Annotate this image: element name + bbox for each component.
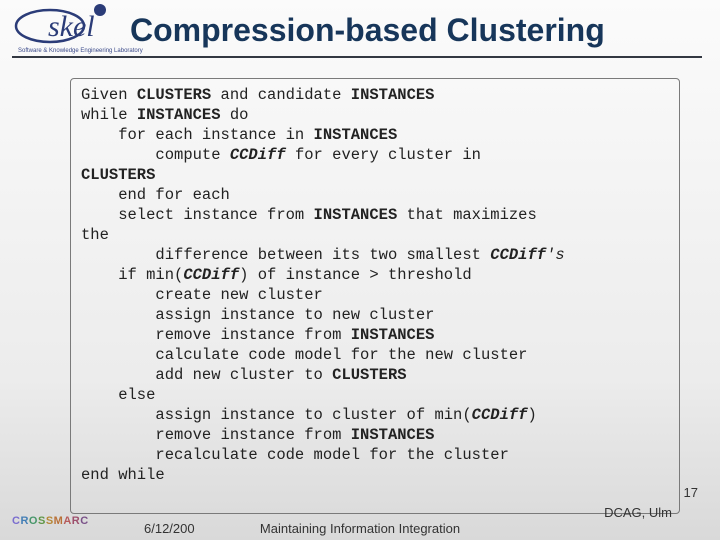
footer-logo: CROSSMARC bbox=[12, 508, 122, 534]
footer-center: Maintaining Information Integration bbox=[260, 521, 460, 536]
skel-logo: skel Software & Knowledge Engineering La… bbox=[14, 2, 124, 60]
title-underline bbox=[12, 56, 702, 58]
logo-caption: Software & Knowledge Engineering Laborat… bbox=[18, 48, 143, 54]
algorithm-text: Given CLUSTERS and candidate INSTANCES w… bbox=[81, 85, 669, 485]
footer-right: DCAG, Ulm bbox=[604, 505, 672, 520]
crossmarc-logo: CROSSMARC bbox=[12, 515, 89, 527]
svg-text:skel: skel bbox=[48, 10, 95, 43]
slide: skel Software & Knowledge Engineering La… bbox=[0, 0, 720, 540]
slide-title: Compression-based Clustering bbox=[130, 12, 700, 49]
footer-date: 6/12/200 bbox=[144, 521, 195, 536]
algorithm-box: Given CLUSTERS and candidate INSTANCES w… bbox=[70, 78, 680, 514]
slide-number: 17 bbox=[684, 485, 698, 500]
